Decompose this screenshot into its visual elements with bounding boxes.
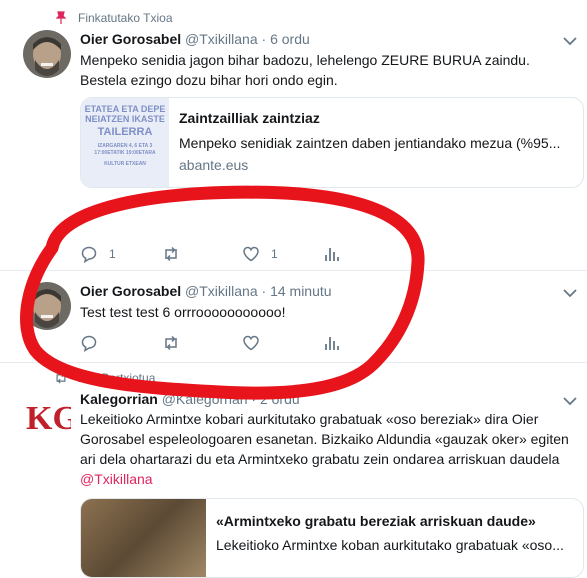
- card-title: Zaintzailliak zaintziaz: [179, 110, 320, 126]
- tweet-text: Menpeko senidia jagon bihar badozu, lehe…: [80, 52, 530, 88]
- like-count: 1: [271, 247, 278, 261]
- chevron-down-icon[interactable]: [563, 288, 577, 298]
- pinned-context: Finkatutako Txioa: [54, 11, 173, 25]
- tweet-actions: [80, 334, 500, 354]
- avatar[interactable]: KG: [23, 391, 71, 439]
- reply-button[interactable]: 1: [80, 245, 116, 263]
- avatar-image: [23, 282, 71, 330]
- card-domain: abante.eus: [179, 157, 249, 173]
- card-thumbnail: ETATEA ETA DEPE NEIATZEN IKASTE TAILERRA…: [81, 98, 169, 187]
- thumb-line: 17:00ETATIK 19:00ETARA: [94, 150, 156, 156]
- mention-link[interactable]: @Txikillana: [80, 471, 153, 487]
- card-description: Menpeko senidiak zaintzen daben jentiand…: [179, 135, 561, 151]
- link-card[interactable]: «Armintxeko grabatu bereziak arriskuan d…: [80, 498, 584, 578]
- analytics-icon: [325, 337, 339, 350]
- thumb-line: NEIATZEN IKASTE: [85, 114, 165, 124]
- pinned-label: Finkatutako Txioa: [78, 11, 173, 25]
- tweet-pinned[interactable]: Finkatutako Txioa Oier Gorosabel @Txikil…: [0, 0, 587, 271]
- author-name[interactable]: Oier Gorosabel: [80, 283, 181, 299]
- like-button[interactable]: [242, 334, 260, 352]
- author-handle[interactable]: @Kalegorrian: [162, 391, 248, 407]
- card-description: Lekeitioko Armintxe koban aurkitutako gr…: [216, 537, 564, 553]
- author-name[interactable]: Kalegorrian: [80, 391, 158, 407]
- logo-text: KG: [26, 400, 71, 437]
- chevron-down-icon[interactable]: [563, 36, 577, 46]
- retweet-icon: [165, 335, 177, 351]
- thumb-line: ETATEA ETA DEPE: [84, 104, 166, 114]
- pin-icon: [55, 11, 67, 24]
- retweet-icon: [165, 246, 177, 262]
- kg-logo-icon: KG: [26, 400, 71, 437]
- retweet-button[interactable]: [162, 245, 180, 263]
- tweet[interactable]: Oier Gorosabel @Txikillana · 14 minutu T…: [0, 271, 587, 363]
- timestamp[interactable]: · 2 ordu: [251, 391, 299, 407]
- card-thumbnail: [81, 499, 206, 577]
- retweet-icon: [56, 372, 66, 384]
- like-button[interactable]: 1: [242, 245, 278, 263]
- avatar-image: [23, 30, 71, 78]
- reply-icon: [81, 246, 97, 263]
- analytics-button[interactable]: [322, 245, 340, 263]
- tweet-header: Oier Gorosabel @Txikillana · 14 minutu: [80, 283, 332, 299]
- heart-icon: [243, 246, 259, 262]
- tweet-text: Test test test 6 orrrooooooooooo!: [80, 304, 286, 320]
- reply-button[interactable]: [80, 334, 98, 352]
- tweet-text: Lekeitioko Armintxe kobari aurkitutako g…: [80, 409, 575, 489]
- avatar[interactable]: [23, 282, 71, 330]
- author-handle[interactable]: @Txikillana: [185, 283, 258, 299]
- chevron-down-icon[interactable]: [563, 396, 577, 406]
- reply-count: 1: [109, 247, 116, 261]
- tweet-body: Lekeitioko Armintxe kobari aurkitutako g…: [80, 411, 569, 467]
- thumb-line: IZARGAREN 4, 6 ETA 3: [97, 143, 153, 149]
- reply-icon: [81, 335, 97, 352]
- tweet-header: Oier Gorosabel @Txikillana · 6 ordu: [80, 31, 310, 47]
- author-name[interactable]: Oier Gorosabel: [80, 31, 181, 47]
- thumb-line: KULTUR ETXEAN: [104, 161, 146, 167]
- avatar[interactable]: [23, 30, 71, 78]
- timestamp[interactable]: · 14 minutu: [262, 283, 332, 299]
- thumb-line: TAILERRA: [97, 126, 153, 138]
- timestamp[interactable]: · 6 ordu: [262, 31, 310, 47]
- retweet-context: Zuk Bertxiotua: [54, 371, 155, 385]
- analytics-button[interactable]: [322, 334, 340, 352]
- retweet-label: Zuk Bertxiotua: [78, 371, 156, 385]
- author-handle[interactable]: @Txikillana: [185, 31, 258, 47]
- retweet-button[interactable]: [162, 334, 180, 352]
- analytics-icon: [325, 248, 339, 261]
- tweet-retweeted[interactable]: Zuk Bertxiotua KG Kalegorrian @Kalegorri…: [0, 363, 587, 578]
- card-title: «Armintxeko grabatu bereziak arriskuan d…: [216, 513, 536, 529]
- tweet-actions: 1 1: [80, 245, 500, 265]
- heart-icon: [243, 335, 259, 351]
- link-card[interactable]: ETATEA ETA DEPE NEIATZEN IKASTE TAILERRA…: [80, 97, 584, 188]
- tweet-header: Kalegorrian @Kalegorrian · 2 ordu: [80, 391, 300, 407]
